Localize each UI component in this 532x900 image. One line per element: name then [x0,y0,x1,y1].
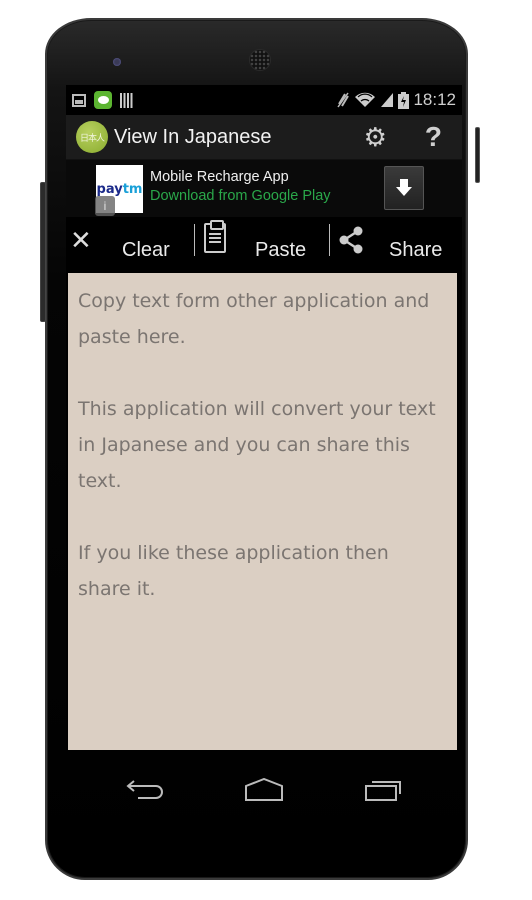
help-icon[interactable]: ? [425,123,442,151]
clear-icon[interactable]: ✕ [70,225,92,256]
ad-subtitle[interactable]: Download from Google Play [150,188,331,204]
logo-text-accent: tm [122,181,143,197]
volume-button[interactable] [40,182,46,322]
line-app-icon [94,91,112,109]
status-bar: 18:12 [66,85,462,115]
editor-toolbar: ✕ Clear Paste Share [66,217,462,261]
ad-info-icon[interactable]: i [95,196,115,216]
divider [194,224,195,256]
front-camera [113,58,121,66]
battery-charging-icon [398,91,410,109]
power-button[interactable] [475,127,480,183]
home-button[interactable] [234,770,294,810]
navigation-bar [66,752,462,827]
download-button[interactable] [384,166,424,210]
screen: 18:12 日本人 View In Japanese ⚙ ? pay tm i M… [66,85,462,750]
recents-button[interactable] [353,770,413,810]
divider [329,224,330,256]
share-button[interactable]: Share [389,228,442,272]
wifi-icon [355,92,376,107]
recents-icon [364,780,401,801]
download-arrow-icon [396,179,412,196]
home-icon [244,777,283,801]
text-input[interactable]: Copy text form other application and pas… [68,273,457,750]
barcode-icon [120,92,133,108]
ad-banner[interactable]: pay tm i Mobile Recharge App Download fro… [66,160,462,217]
back-button[interactable] [115,770,175,810]
earpiece-speaker [249,49,271,71]
gallery-icon [72,93,86,107]
logo-text: pay [96,181,123,197]
mute-icon [337,92,350,108]
app-logo[interactable]: 日本人 [76,121,108,153]
ad-title[interactable]: Mobile Recharge App [150,169,289,185]
app-title: View In Japanese [114,125,272,148]
paste-button[interactable]: Paste [255,228,306,272]
clock: 18:12 [413,90,456,109]
clipboard-icon[interactable] [204,220,226,253]
signal-icon [381,93,394,107]
share-icon[interactable] [338,226,364,254]
clear-button[interactable]: Clear [122,228,170,272]
action-bar: 日本人 View In Japanese ⚙ ? [66,115,462,160]
back-icon [126,779,164,799]
settings-icon[interactable]: ⚙ [364,124,387,150]
